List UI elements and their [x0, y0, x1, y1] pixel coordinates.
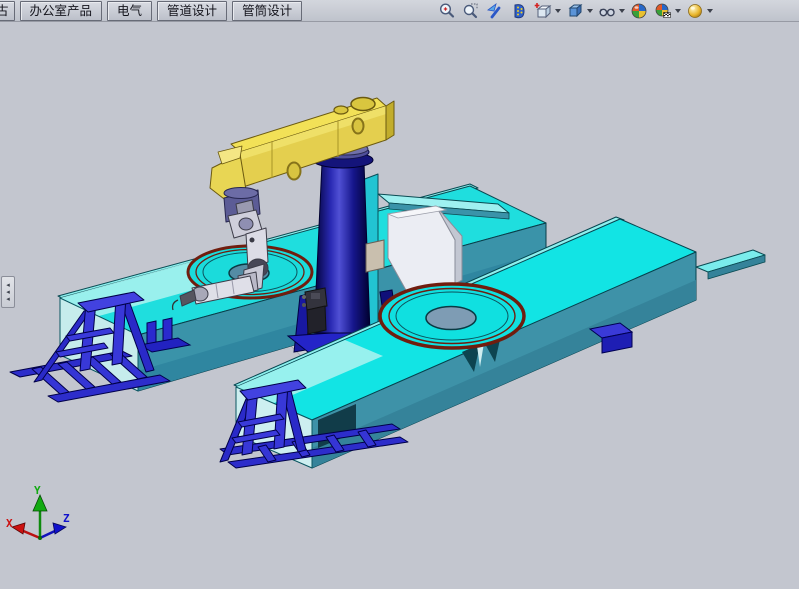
- tab-clipped[interactable]: 古: [0, 1, 15, 21]
- hide-show-items-dropdown[interactable]: [619, 9, 625, 13]
- zoom-to-fit-icon: [438, 2, 456, 20]
- hide-show-items-icon: [598, 2, 616, 20]
- tab-tubing-design[interactable]: 管筒设计: [232, 1, 302, 21]
- render-options-dropdown[interactable]: [707, 9, 713, 13]
- apply-scene-icon: [630, 2, 648, 20]
- edit-appearance-button[interactable]: [653, 2, 673, 20]
- zoom-to-fit-button[interactable]: [437, 2, 457, 20]
- previous-view-button[interactable]: [485, 2, 505, 20]
- edit-appearance-dropdown[interactable]: [675, 9, 681, 13]
- display-style-button[interactable]: [565, 2, 585, 20]
- tab-electrical[interactable]: 电气: [107, 1, 152, 21]
- zoom-to-area-button[interactable]: [461, 2, 481, 20]
- rotary-ring-front[interactable]: [380, 284, 524, 348]
- display-style-icon: [566, 2, 584, 20]
- view-toolbar: [437, 1, 713, 20]
- tab-office-products[interactable]: 办公室产品: [20, 1, 103, 21]
- triad-x-label: X: [6, 517, 13, 530]
- apply-scene-button[interactable]: [629, 2, 649, 20]
- tan-block[interactable]: [366, 240, 384, 272]
- display-style-dropdown[interactable]: [587, 9, 593, 13]
- rotate-view-button[interactable]: [509, 2, 529, 20]
- view-orientation-group: [533, 2, 561, 20]
- view-orientation-icon: [534, 2, 552, 20]
- command-tabs: 古 办公室产品 电气 管道设计 管筒设计: [0, 1, 302, 21]
- render-options-button[interactable]: [685, 2, 705, 20]
- cad-application-window: { "toolbar": { "tabs": [ {"label": "古"},…: [0, 0, 799, 589]
- hide-show-items-group: [597, 2, 625, 20]
- collapse-arrow-icon: ◂: [6, 296, 10, 303]
- render-options-group: [685, 2, 713, 20]
- hide-show-items-button[interactable]: [597, 2, 617, 20]
- view-orientation-dropdown[interactable]: [555, 9, 561, 13]
- 3d-viewport[interactable]: X Y Z: [0, 0, 799, 589]
- feature-panel-toggle[interactable]: ◂ ◂ ◂: [1, 276, 15, 308]
- triad-y-label: Y: [34, 484, 41, 497]
- zoom-to-area-icon: [462, 2, 480, 20]
- command-toolbar: 古 办公室产品 电气 管道设计 管筒设计: [0, 0, 799, 22]
- display-style-group: [565, 2, 593, 20]
- triad-z-label: Z: [63, 512, 70, 525]
- edit-appearance-icon: [654, 2, 672, 20]
- tab-piping-design[interactable]: 管道设计: [157, 1, 227, 21]
- edit-appearance-group: [653, 2, 681, 20]
- render-options-icon: [686, 2, 704, 20]
- previous-view-icon: [486, 2, 504, 20]
- view-orientation-button[interactable]: [533, 2, 553, 20]
- rotate-view-icon: [510, 2, 528, 20]
